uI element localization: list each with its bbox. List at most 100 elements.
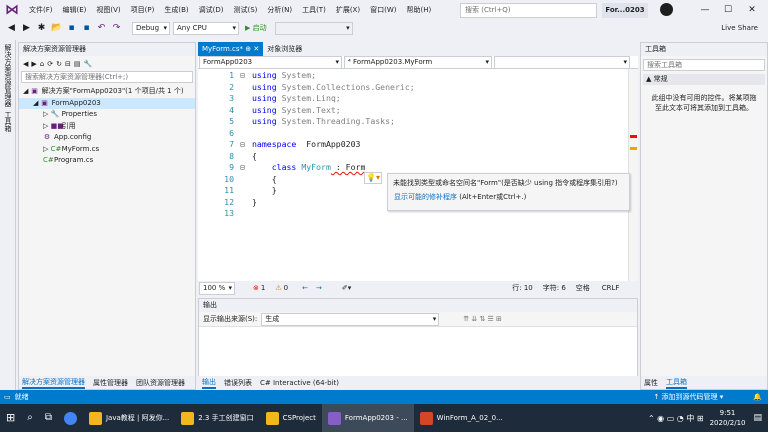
- expander-icon[interactable]: ▷: [43, 145, 51, 153]
- fold-icon[interactable]: ⊟: [240, 139, 252, 151]
- show-fixes-link[interactable]: 显示可能的修补程序: [394, 193, 457, 201]
- output-toolbar-icons[interactable]: ⇈ ⇊ ⇅ ☰ ⊞: [463, 315, 502, 323]
- configuration-dropdown[interactable]: Debug: [132, 21, 170, 35]
- target-dropdown[interactable]: [274, 21, 353, 35]
- menu-item[interactable]: 项目(P): [126, 0, 160, 20]
- forward-icon[interactable]: ▶: [31, 60, 36, 68]
- refresh-icon[interactable]: ↻: [56, 60, 62, 68]
- taskbar-app[interactable]: WinForm_A_02_0...: [414, 404, 509, 432]
- tab-output[interactable]: 输出: [202, 377, 216, 389]
- code-line[interactable]: 13: [198, 208, 252, 220]
- menu-item[interactable]: 文件(F): [24, 0, 58, 20]
- sync-icon[interactable]: ⟳: [47, 60, 53, 68]
- code-line[interactable]: 11 }: [198, 185, 277, 197]
- code-line[interactable]: 9 ⊟ class MyForm : Form: [198, 162, 365, 174]
- menu-item[interactable]: 视图(V): [91, 0, 125, 20]
- save-icon[interactable]: ▪: [66, 23, 77, 34]
- member-nav-dropdown[interactable]: [494, 55, 630, 69]
- code-line[interactable]: 5 using System.Threading.Tasks;: [198, 116, 395, 128]
- chrome-taskbar-icon[interactable]: [58, 404, 83, 432]
- clock[interactable]: 9:51 2020/2/10: [710, 408, 746, 428]
- solution-explorer-side-tab[interactable]: 解决方案资源管理器: [3, 44, 13, 107]
- menu-item[interactable]: 测试(S): [228, 0, 262, 20]
- tab-toolbox[interactable]: 工具箱: [666, 377, 687, 389]
- tree-item[interactable]: ▷ C#MyForm.cs: [19, 144, 195, 156]
- code-line[interactable]: 4 using System.Text;: [198, 105, 341, 117]
- brush-icon[interactable]: ✐▾: [342, 284, 351, 292]
- start-button[interactable]: ▶ 启动: [245, 23, 267, 33]
- solution-bottom-tab[interactable]: 解决方案资源管理器: [22, 377, 85, 389]
- tree-item[interactable]: ▷ 🔧 Properties: [19, 109, 195, 121]
- taskbar-app[interactable]: Java教程 | 阿发你...: [83, 404, 175, 432]
- task-view-icon[interactable]: ⧉: [39, 404, 58, 432]
- taskbar-app[interactable]: FormApp0203 - ...: [321, 404, 414, 432]
- expander-icon[interactable]: ▷: [43, 122, 51, 130]
- code-line[interactable]: 7 ⊟ namespace FormApp0203: [198, 139, 360, 151]
- menu-item[interactable]: 扩展(X): [331, 0, 365, 20]
- whitespace-mode[interactable]: 空格: [576, 283, 590, 293]
- menu-item[interactable]: 调试(D): [194, 0, 229, 20]
- zoom-dropdown[interactable]: 100 %: [199, 281, 235, 295]
- windows-start-icon[interactable]: ⊞: [0, 404, 21, 432]
- output-source-dropdown[interactable]: 生成: [261, 312, 440, 326]
- undo-icon[interactable]: ↶: [96, 23, 107, 34]
- tray-icons[interactable]: ⌃ ◉ ▭ ◔ 中 ⊞: [648, 413, 704, 424]
- fold-icon[interactable]: ⊟: [240, 162, 252, 174]
- line-ending[interactable]: CRLF: [602, 284, 620, 292]
- quick-actions-lightbulb-icon[interactable]: 💡▾: [364, 172, 382, 184]
- expander-icon[interactable]: ▷: [43, 110, 51, 118]
- type-nav-dropdown[interactable]: ⁴ FormApp0203.MyForm: [344, 55, 492, 69]
- fold-icon[interactable]: ⊟: [240, 70, 252, 82]
- toolbox-side-tab[interactable]: 工具箱: [3, 111, 13, 132]
- solution-bottom-tab[interactable]: 团队资源管理器: [136, 378, 185, 388]
- add-to-source-control-button[interactable]: ↑ 添加到源代码管理 ▾: [653, 392, 723, 402]
- tree-item[interactable]: ◢ ▣ FormApp0203: [19, 97, 195, 109]
- action-center-icon[interactable]: ▤: [753, 413, 762, 423]
- solution-bottom-tab[interactable]: 属性管理器: [93, 378, 128, 388]
- forward-icon[interactable]: ▶: [21, 23, 32, 34]
- menu-item[interactable]: 生成(B): [159, 0, 193, 20]
- code-line[interactable]: 3 using System.Linq;: [198, 93, 341, 105]
- minimize-icon[interactable]: —: [695, 0, 715, 20]
- menu-item[interactable]: 窗口(W): [365, 0, 401, 20]
- code-line[interactable]: 10 {: [198, 174, 277, 186]
- expander-icon[interactable]: ◢: [23, 87, 31, 95]
- back-icon[interactable]: ◀: [6, 23, 17, 34]
- search-box[interactable]: 搜索 (Ctrl+Q): [460, 3, 597, 18]
- error-count-icon[interactable]: ⊗: [253, 284, 259, 292]
- new-project-icon[interactable]: ✱: [36, 23, 47, 34]
- tree-item[interactable]: ⚙ App.config: [19, 132, 195, 144]
- tab-myform-cs[interactable]: MyForm.cs* ⊕ ✕: [198, 42, 264, 56]
- back-icon[interactable]: ◀: [23, 60, 28, 68]
- taskbar-app[interactable]: CSProject: [260, 404, 322, 432]
- redo-icon[interactable]: ↷: [111, 23, 122, 34]
- code-line[interactable]: 12}: [198, 197, 257, 209]
- collapse-all-icon[interactable]: ⊟: [65, 60, 71, 68]
- tab-csharp-interactive[interactable]: C# Interactive (64-bit): [260, 379, 339, 387]
- menu-item[interactable]: 编辑(E): [58, 0, 92, 20]
- toolbox-section-general[interactable]: ▲ 常规: [643, 74, 765, 85]
- close-icon[interactable]: ✕: [742, 0, 762, 20]
- save-all-icon[interactable]: ▪: [81, 23, 92, 34]
- code-line[interactable]: 8{: [198, 151, 257, 163]
- live-share-button[interactable]: Live Share: [721, 20, 758, 36]
- code-line[interactable]: 6: [198, 128, 252, 140]
- tab-error-list[interactable]: 错误列表: [224, 378, 252, 388]
- taskbar-app[interactable]: 2.3 手工创建窗口: [175, 404, 259, 432]
- menu-item[interactable]: 分析(N): [262, 0, 297, 20]
- expander-icon[interactable]: ◢: [33, 99, 41, 107]
- menu-item[interactable]: 工具(T): [297, 0, 331, 20]
- code-line[interactable]: 2 using System.Collections.Generic;: [198, 82, 415, 94]
- properties-icon[interactable]: 🔧: [83, 60, 92, 68]
- nav-back-icon[interactable]: ←: [302, 284, 308, 292]
- search-icon[interactable]: ⌕: [21, 404, 39, 432]
- show-all-files-icon[interactable]: ▤: [74, 60, 81, 68]
- nav-forward-icon[interactable]: →: [316, 284, 322, 292]
- home-icon[interactable]: ⌂: [40, 60, 44, 68]
- warning-count-icon[interactable]: ⚠: [275, 284, 281, 292]
- tree-item[interactable]: ◢ ▣ 解决方案"FormApp0203"(1 个项目/共 1 个): [19, 86, 195, 98]
- tab-properties[interactable]: 属性: [644, 378, 658, 388]
- toolbox-search-input[interactable]: 搜索工具箱: [643, 59, 765, 71]
- solution-search-input[interactable]: 搜索解决方案资源管理器(Ctrl+;): [21, 71, 193, 83]
- code-line[interactable]: 1 ⊟ using System;: [198, 70, 316, 82]
